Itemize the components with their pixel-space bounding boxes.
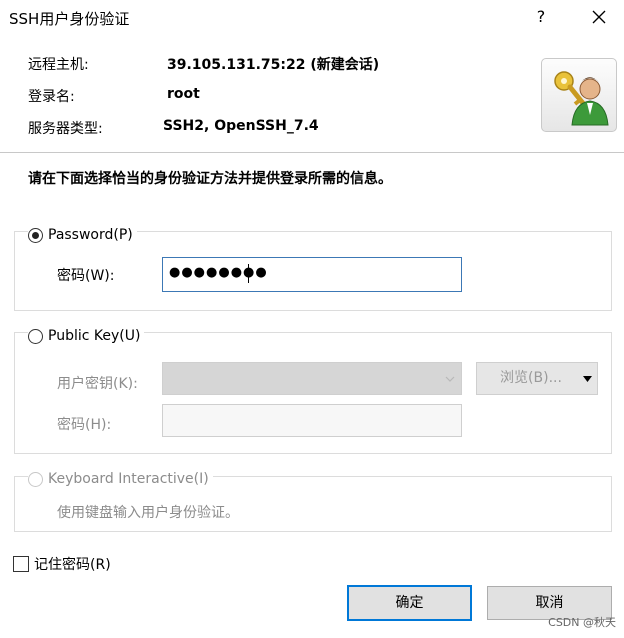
- radio-disabled-icon[interactable]: [28, 471, 43, 487]
- dropdown-arrow-icon: [583, 376, 592, 382]
- browse-button[interactable]: 浏览(B)...: [476, 362, 598, 395]
- login-label: 登录名:: [28, 89, 75, 105]
- keyboard-radio-label: Keyboard Interactive(I): [48, 471, 209, 487]
- publickey-radio-label: Public Key(U): [48, 328, 141, 344]
- help-button[interactable]: ?: [526, 2, 556, 32]
- host-label: 远程主机:: [28, 57, 89, 73]
- user-key-label: 用户密钥(K):: [57, 376, 138, 392]
- server-type-label: 服务器类型:: [28, 121, 103, 137]
- window-title: SSH用户身份验证: [9, 10, 130, 28]
- user-key-icon: [541, 58, 617, 132]
- text-cursor: [248, 264, 249, 283]
- password-input[interactable]: ●●●●●●●●: [162, 257, 462, 292]
- watermark: CSDN @秋天: [548, 616, 616, 629]
- password-radio-label: Password(P): [48, 227, 133, 243]
- server-type-value: SSH2, OpenSSH_7.4: [163, 118, 319, 134]
- keyboard-radio[interactable]: Keyboard Interactive(I): [28, 469, 213, 489]
- close-icon: [592, 10, 606, 24]
- radio-checked-icon[interactable]: [28, 227, 43, 243]
- chevron-down-icon: [445, 376, 455, 382]
- publickey-radio[interactable]: Public Key(U): [28, 326, 145, 346]
- login-value: root: [167, 86, 200, 102]
- host-value: 39.105.131.75:22 (新建会话): [167, 57, 380, 73]
- password-value: ●●●●●●●●: [169, 265, 268, 280]
- password-field-label: 密码(W):: [57, 268, 115, 284]
- browse-button-label: 浏览(B)...: [500, 370, 562, 386]
- remember-password-checkbox[interactable]: 记住密码(R): [13, 554, 111, 574]
- radio-unchecked-icon[interactable]: [28, 328, 43, 344]
- ok-button[interactable]: 确定: [347, 585, 472, 621]
- remember-password-label: 记住密码(R): [34, 557, 111, 573]
- passphrase-input[interactable]: [162, 404, 462, 437]
- instruction-text: 请在下面选择恰当的身份验证方法并提供登录所需的信息。: [28, 171, 392, 187]
- passphrase-label: 密码(H):: [57, 417, 112, 433]
- user-key-select[interactable]: [162, 362, 462, 395]
- section-divider: [0, 152, 624, 153]
- title-bar: SSH用户身份验证 ?: [0, 0, 624, 36]
- keyboard-description: 使用键盘输入用户身份验证。: [57, 505, 239, 521]
- checkbox-icon[interactable]: [13, 556, 29, 572]
- password-radio[interactable]: Password(P): [28, 225, 137, 245]
- close-button[interactable]: [584, 2, 614, 32]
